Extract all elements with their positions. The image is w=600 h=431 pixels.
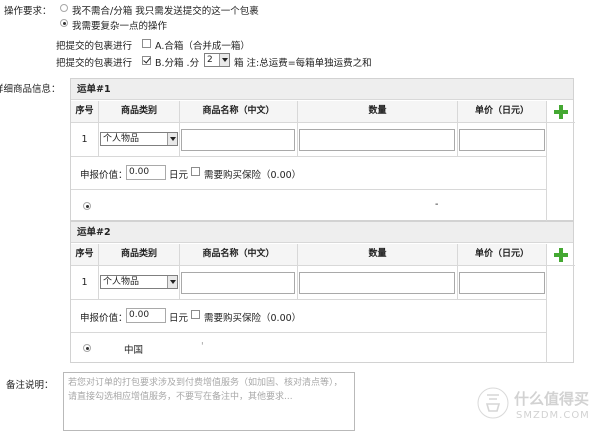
quantity-input[interactable] bbox=[299, 272, 455, 294]
row-name-cell bbox=[180, 123, 298, 157]
option-complex-label: 我需要复杂一点的操作 bbox=[72, 21, 168, 32]
remarks-textarea[interactable]: 若您对订单的打包要求涉及到付费增值服务（如加固、核对清点等），请直接勾选相应增值… bbox=[63, 372, 355, 431]
split-checkbox[interactable] bbox=[142, 56, 151, 65]
category-select[interactable]: 个人物品 bbox=[100, 275, 178, 289]
header-category: 商品类别 bbox=[99, 244, 180, 266]
split-count-value: 2 bbox=[207, 55, 213, 65]
declared-row: 申报价值： 0.00 日元 需要购买保险（0.00） bbox=[71, 300, 547, 333]
smzdm-watermark: 什么值得买 SMZDM.COM bbox=[476, 382, 600, 431]
header-name: 商品名称（中文） bbox=[180, 244, 298, 266]
address-radio[interactable] bbox=[83, 202, 91, 210]
category-value: 个人物品 bbox=[103, 277, 140, 287]
remarks-label: 备注说明： bbox=[6, 380, 54, 391]
plus-icon[interactable] bbox=[554, 105, 568, 119]
insurance-label: 需要购买保险（0.00） bbox=[204, 170, 302, 181]
watermark-subtext: SMZDM.COM bbox=[516, 410, 590, 421]
declared-label: 申报价值： bbox=[80, 170, 128, 181]
address-mark: ' bbox=[201, 341, 204, 352]
chevron-down-icon bbox=[167, 133, 177, 145]
row-quantity-cell bbox=[298, 123, 458, 157]
header-name: 商品名称（中文） bbox=[180, 101, 298, 123]
header-price: 单价（日元） bbox=[458, 244, 547, 266]
split-suffix: 箱 注:总运费=每箱单独运费之和 bbox=[234, 58, 372, 69]
address-radio[interactable] bbox=[83, 344, 91, 352]
row-price-cell bbox=[458, 123, 547, 157]
table-header-row: 序号 商品类别 商品名称（中文） 数量 单价（日元） bbox=[71, 244, 575, 266]
shipment-panel-2: 运单#2 序号 商品类别 商品名称（中文） 数量 单价（日元） 1 个人物品 申… bbox=[70, 221, 575, 363]
table-row: 1 个人物品 bbox=[71, 266, 575, 300]
shipment-panel-1: 运单#1 序号 商品类别 商品名称（中文） 数量 单价（日元） 1 个人物品 申… bbox=[70, 78, 575, 221]
header-quantity: 数量 bbox=[298, 244, 458, 266]
address-country: 中国 bbox=[124, 345, 144, 356]
name-input[interactable] bbox=[181, 272, 295, 294]
price-input[interactable] bbox=[459, 129, 545, 151]
category-select[interactable]: 个人物品 bbox=[100, 132, 178, 146]
row-category-cell: 个人物品 bbox=[99, 266, 180, 300]
row-quantity-cell bbox=[298, 266, 458, 300]
watermark-text: 什么值得买 bbox=[514, 390, 590, 408]
declared-unit: 日元 bbox=[169, 170, 189, 181]
add-cell bbox=[547, 244, 575, 266]
option-no-merge-label: 我不需合/分箱 我只需发送提交的这一个包裹 bbox=[72, 6, 259, 17]
split-count-select[interactable]: 2 bbox=[204, 53, 230, 67]
radio-no-merge[interactable] bbox=[60, 4, 68, 12]
declared-unit: 日元 bbox=[169, 313, 189, 324]
quantity-input[interactable] bbox=[299, 129, 455, 151]
category-value: 个人物品 bbox=[103, 134, 140, 144]
details-label: 详细商品信息： bbox=[0, 84, 61, 95]
shipment-title: 运单#1 bbox=[71, 79, 573, 100]
header-index: 序号 bbox=[71, 244, 99, 266]
header-price: 单价（日元） bbox=[458, 101, 547, 123]
declared-value-input[interactable]: 0.00 bbox=[126, 308, 166, 323]
insurance-checkbox[interactable] bbox=[191, 167, 200, 176]
chevron-down-icon bbox=[219, 54, 229, 66]
row-index: 1 bbox=[71, 266, 99, 300]
operation-label: 操作要求： bbox=[4, 6, 52, 17]
address-row: 中国 ' bbox=[71, 333, 547, 363]
plus-icon[interactable] bbox=[554, 248, 568, 262]
address-row: - bbox=[71, 190, 547, 221]
split-prefix: 把提交的包裹进行 bbox=[56, 58, 133, 69]
empty-cell bbox=[547, 266, 575, 300]
row-price-cell bbox=[458, 266, 547, 300]
split-label: B.分箱 .分 bbox=[155, 58, 200, 69]
row-category-cell: 个人物品 bbox=[99, 123, 180, 157]
declared-label: 申报价值： bbox=[80, 313, 128, 324]
smzdm-logo-icon bbox=[476, 386, 510, 420]
add-cell bbox=[547, 101, 575, 123]
merge-prefix: 把提交的包裹进行 bbox=[56, 41, 133, 52]
declared-value-input[interactable]: 0.00 bbox=[126, 165, 166, 180]
empty-cell bbox=[547, 123, 575, 157]
price-input[interactable] bbox=[459, 272, 545, 294]
merge-checkbox[interactable] bbox=[142, 39, 151, 48]
header-index: 序号 bbox=[71, 101, 99, 123]
row-index: 1 bbox=[71, 123, 99, 157]
merge-label: A.合箱（合并成一箱） bbox=[155, 41, 250, 52]
header-quantity: 数量 bbox=[298, 101, 458, 123]
address-mark: - bbox=[435, 199, 439, 210]
row-name-cell bbox=[180, 266, 298, 300]
declared-row: 申报价值： 0.00 日元 需要购买保险（0.00） bbox=[71, 157, 547, 190]
chevron-down-icon bbox=[167, 276, 177, 288]
header-category: 商品类别 bbox=[99, 101, 180, 123]
insurance-label: 需要购买保险（0.00） bbox=[204, 313, 302, 324]
shipment-title: 运单#2 bbox=[71, 222, 573, 243]
table-header-row: 序号 商品类别 商品名称（中文） 数量 单价（日元） bbox=[71, 101, 575, 123]
name-input[interactable] bbox=[181, 129, 295, 151]
table-row: 1 个人物品 bbox=[71, 123, 575, 157]
insurance-checkbox[interactable] bbox=[191, 310, 200, 319]
radio-complex[interactable] bbox=[60, 19, 68, 27]
